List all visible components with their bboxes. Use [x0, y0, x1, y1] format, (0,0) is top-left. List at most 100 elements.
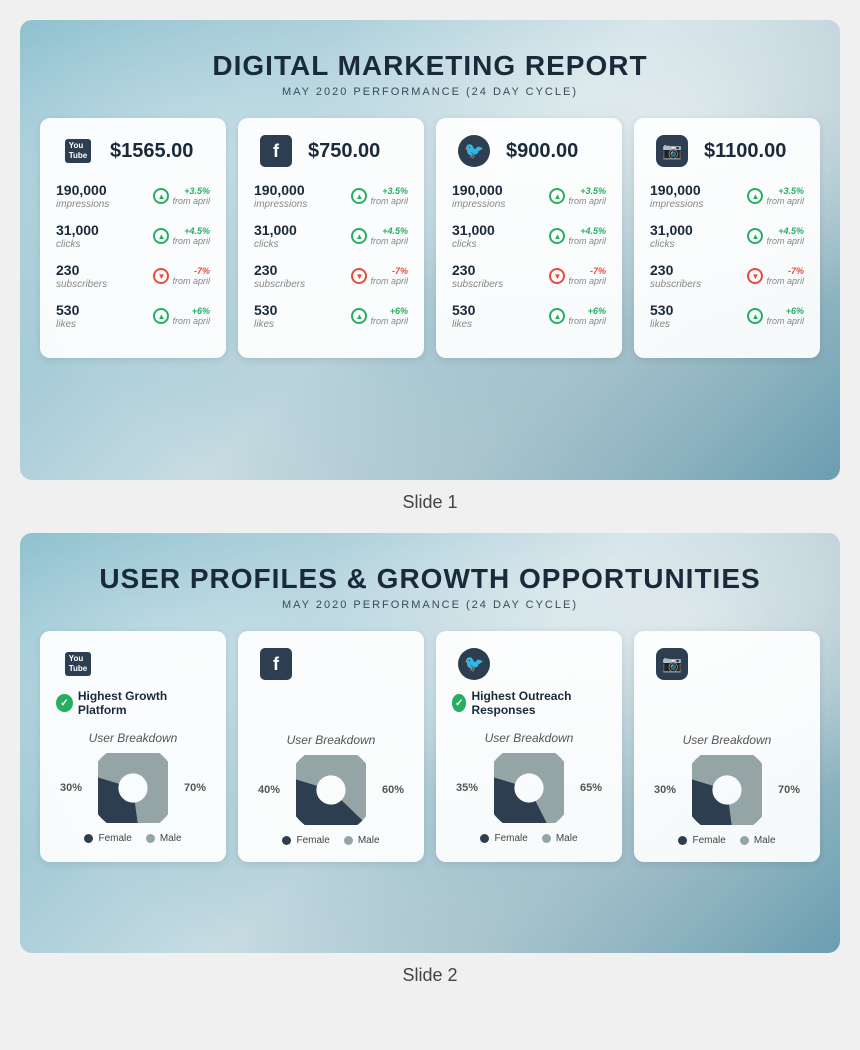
- instagram-card-header: 📷 $1100.00: [650, 134, 804, 168]
- instagram-amount: $1100.00: [704, 140, 786, 163]
- youtube-icon: You Tube: [56, 134, 100, 168]
- up-arrow-icon: ▲: [549, 228, 565, 244]
- youtube-impressions-change: +3.5%: [184, 186, 210, 196]
- female-label: Female: [296, 835, 329, 846]
- check-icon: ✓: [452, 694, 466, 712]
- youtube-impressions-value: 190,000: [56, 182, 109, 198]
- up-arrow-icon: ▲: [747, 188, 763, 204]
- male-label: Male: [160, 833, 182, 844]
- up-arrow-icon: ▲: [153, 188, 169, 204]
- twitter-card-s2: 🐦 ✓ Highest Outreach Responses User Brea…: [436, 631, 622, 862]
- youtube-legend-female: Female: [84, 833, 131, 844]
- youtube-amount: $1565.00: [110, 140, 193, 163]
- slide2-label: Slide 2: [20, 965, 840, 986]
- male-label: Male: [754, 835, 776, 846]
- youtube-card-s2: You Tube ✓ Highest Growth Platform User …: [40, 631, 226, 862]
- female-label: Female: [494, 833, 527, 844]
- twitter-legend: Female Male: [452, 833, 606, 844]
- youtube-likes-from: from april: [172, 316, 210, 326]
- twitter-legend-female: Female: [480, 833, 527, 844]
- slide1-wrapper: DIGITAL MARKETING REPORT MAY 2020 PERFOR…: [20, 20, 840, 513]
- facebook-card-s2: f User Breakdown 40% 60%: [238, 631, 424, 862]
- slide1-title: DIGITAL MARKETING REPORT: [40, 50, 820, 82]
- male-label: Male: [358, 835, 380, 846]
- instagram-legend-male: Male: [740, 835, 776, 846]
- youtube-subscribers-value: 230: [56, 262, 107, 278]
- youtube-clicks-label: clicks: [56, 239, 101, 250]
- down-arrow-icon: ▼: [153, 268, 169, 284]
- twitter-header-s2: 🐦: [452, 647, 606, 681]
- up-arrow-icon: ▲: [153, 228, 169, 244]
- down-arrow-icon: ▼: [549, 268, 565, 284]
- youtube-card-header: You Tube $1565.00: [56, 134, 210, 168]
- slide2-wrapper: USER PROFILES & GROWTH OPPORTUNITIES MAY…: [20, 533, 840, 986]
- slide2-cards-row: You Tube ✓ Highest Growth Platform User …: [40, 631, 820, 862]
- youtube-subscribers-change: -7%: [194, 266, 210, 276]
- up-arrow-icon: ▲: [747, 228, 763, 244]
- twitter-female-pct: 35%: [456, 782, 478, 794]
- youtube-stat-subscribers: 230 subscribers ▼ -7% from april: [56, 262, 210, 290]
- youtube-pie-chart: [98, 753, 168, 823]
- youtube-likes-change: +6%: [192, 306, 210, 316]
- youtube-badge: ✓ Highest Growth Platform: [56, 689, 210, 717]
- slide1-label: Slide 1: [20, 492, 840, 513]
- youtube-likes-value: 530: [56, 302, 101, 318]
- slide1-subtitle: MAY 2020 PERFORMANCE (24 DAY CYCLE): [40, 86, 820, 98]
- up-arrow-icon: ▲: [351, 308, 367, 324]
- up-arrow-icon: ▲: [747, 308, 763, 324]
- twitter-amount: $900.00: [506, 140, 578, 163]
- up-arrow-icon: ▲: [351, 228, 367, 244]
- facebook-legend-female: Female: [282, 835, 329, 846]
- male-dot-icon: [146, 834, 155, 843]
- facebook-card: f $750.00 190,000 impressions ▲ +3.5%: [238, 118, 424, 358]
- youtube-clicks-value: 31,000: [56, 222, 101, 238]
- female-label: Female: [692, 835, 725, 846]
- youtube-legend-male: Male: [146, 833, 182, 844]
- facebook-header-s2: f: [254, 647, 408, 681]
- youtube-subscribers-label: subscribers: [56, 279, 107, 290]
- instagram-male-pct: 70%: [778, 784, 800, 796]
- twitter-card: 🐦 $900.00 190,000 impressions ▲ +3.5%: [436, 118, 622, 358]
- slide2-title: USER PROFILES & GROWTH OPPORTUNITIES: [40, 563, 820, 595]
- facebook-amount: $750.00: [308, 140, 380, 163]
- facebook-female-pct: 40%: [258, 784, 280, 796]
- twitter-badge-text: Highest Outreach Responses: [471, 689, 606, 717]
- male-dot-icon: [740, 836, 749, 845]
- instagram-female-pct: 30%: [654, 784, 676, 796]
- youtube-legend: Female Male: [56, 833, 210, 844]
- female-dot-icon: [480, 834, 489, 843]
- facebook-legend: Female Male: [254, 835, 408, 846]
- twitter-breakdown-title: User Breakdown: [452, 731, 606, 745]
- up-arrow-icon: ▲: [549, 188, 565, 204]
- youtube-breakdown-title: User Breakdown: [56, 731, 210, 745]
- youtube-stat-impressions: 190,000 impressions ▲ +3.5% from april: [56, 182, 210, 210]
- slide2-subtitle: MAY 2020 PERFORMANCE (24 DAY CYCLE): [40, 599, 820, 611]
- slide2: USER PROFILES & GROWTH OPPORTUNITIES MAY…: [20, 533, 840, 953]
- slide1-background: DIGITAL MARKETING REPORT MAY 2020 PERFOR…: [20, 20, 840, 480]
- facebook-stat-impressions: 190,000 impressions ▲ +3.5% from april: [254, 182, 408, 210]
- slide1: DIGITAL MARKETING REPORT MAY 2020 PERFOR…: [20, 20, 840, 480]
- female-label: Female: [98, 833, 131, 844]
- twitter-card-header: 🐦 $900.00: [452, 134, 606, 168]
- twitter-pie-chart: [494, 753, 564, 823]
- youtube-stat-clicks: 31,000 clicks ▲ +4.5% from april: [56, 222, 210, 250]
- instagram-legend: Female Male: [650, 835, 804, 846]
- twitter-icon: 🐦: [452, 134, 496, 168]
- youtube-badge-text: Highest Growth Platform: [78, 689, 210, 717]
- up-arrow-icon: ▲: [153, 308, 169, 324]
- instagram-icon: 📷: [650, 134, 694, 168]
- down-arrow-icon: ▼: [747, 268, 763, 284]
- female-dot-icon: [282, 836, 291, 845]
- twitter-badge: ✓ Highest Outreach Responses: [452, 689, 606, 717]
- male-label: Male: [556, 833, 578, 844]
- instagram-pie-container: 30% 70%: [650, 755, 804, 825]
- slide2-background: USER PROFILES & GROWTH OPPORTUNITIES MAY…: [20, 533, 840, 953]
- facebook-legend-male: Male: [344, 835, 380, 846]
- youtube-impressions-from: from april: [172, 196, 210, 206]
- youtube-female-pct: 30%: [60, 782, 82, 794]
- female-dot-icon: [84, 834, 93, 843]
- youtube-male-pct: 70%: [184, 782, 206, 794]
- facebook-card-header: f $750.00: [254, 134, 408, 168]
- instagram-header-s2: 📷: [650, 647, 804, 681]
- youtube-subscribers-from: from april: [172, 276, 210, 286]
